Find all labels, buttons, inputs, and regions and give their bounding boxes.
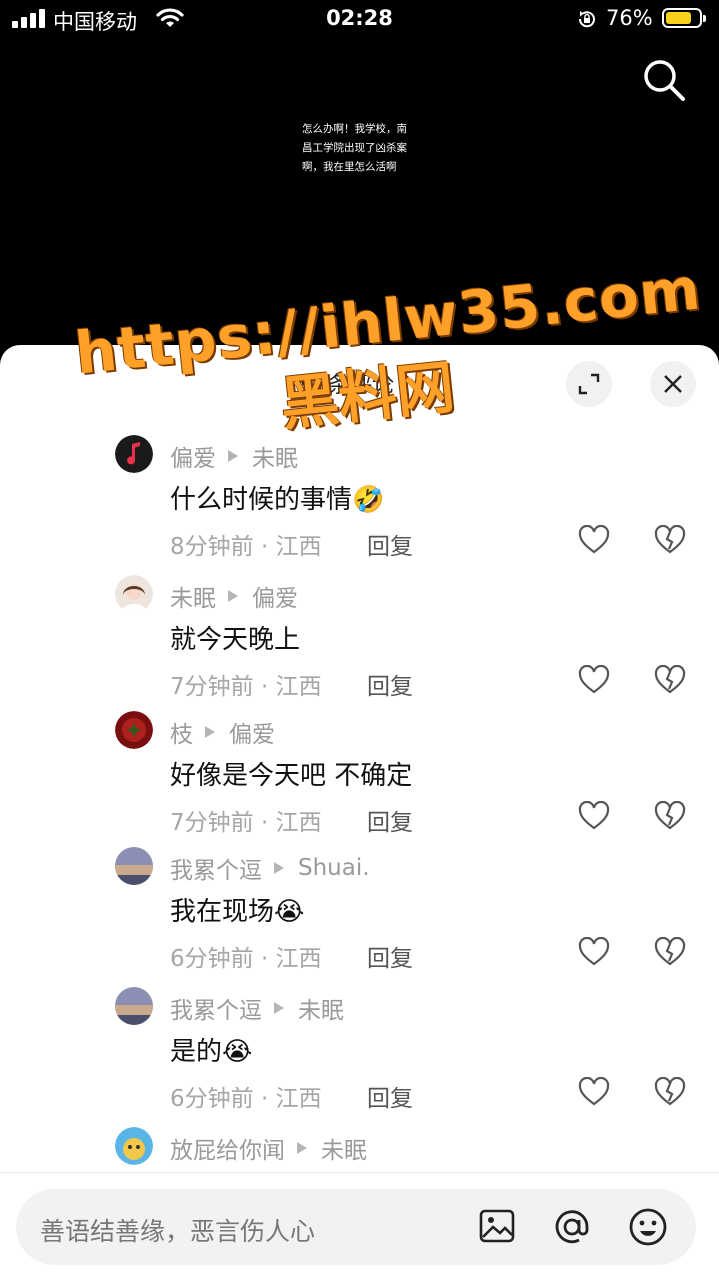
comment-usernames: 放屁给你闻 未眠 — [170, 1131, 367, 1165]
status-bar: 中国移动 02:28 76% — [0, 0, 719, 40]
emoji-icon[interactable] — [628, 1207, 668, 1247]
comment-author[interactable]: 未眠 — [170, 579, 216, 613]
comment-author[interactable]: 我累个逗 — [170, 991, 262, 1025]
like-heart-icon[interactable] — [578, 801, 610, 831]
like-heart-icon[interactable] — [578, 665, 610, 695]
avatar[interactable] — [115, 987, 153, 1025]
comment-author[interactable]: 我累个逗 — [170, 851, 262, 885]
dislike-broken-heart-icon[interactable] — [654, 801, 686, 831]
battery-icon — [662, 8, 706, 28]
reply-button[interactable]: 回复 — [367, 803, 413, 837]
dislike-broken-heart-icon[interactable] — [654, 525, 686, 555]
comment-meta: 7分钟前 · 江西 — [170, 810, 322, 836]
at-mention-icon[interactable] — [552, 1207, 592, 1247]
dislike-broken-heart-icon[interactable] — [654, 1077, 686, 1107]
dislike-broken-heart-icon[interactable] — [654, 937, 686, 967]
reply-target[interactable]: 偏爱 — [252, 579, 298, 613]
battery-percent: 76% — [606, 6, 653, 30]
reply-arrow-icon — [228, 590, 238, 602]
comment-usernames: 未眠 偏爱 — [170, 579, 298, 613]
reply-arrow-icon — [228, 450, 238, 462]
avatar[interactable] — [115, 435, 153, 473]
reply-target[interactable]: 未眠 — [298, 991, 344, 1025]
close-button[interactable] — [650, 361, 696, 407]
comment-meta: 6分钟前 · 江西 — [170, 946, 322, 972]
reply-button[interactable]: 回复 — [367, 1079, 413, 1113]
like-heart-icon[interactable] — [578, 525, 610, 555]
reply-arrow-icon — [205, 726, 215, 738]
dislike-broken-heart-icon[interactable] — [654, 665, 686, 695]
comment-sheet: 98条评论 偏爱 未眠 什么时候的事情🤣 8分钟前 · 江西 回复 未眠 偏爱 … — [0, 345, 719, 1280]
comment-meta: 8分钟前 · 江西 — [170, 534, 322, 560]
like-heart-icon[interactable] — [578, 937, 610, 967]
comment-author[interactable]: 枝 — [170, 715, 193, 749]
reply-button[interactable]: 回复 — [367, 939, 413, 973]
avatar[interactable] — [115, 711, 153, 749]
reply-button[interactable]: 回复 — [367, 667, 413, 701]
comment-text: 我在现场😭 — [170, 897, 305, 927]
comment-input-placeholder[interactable]: 善语结善缘，恶言伤人心 — [40, 1212, 315, 1248]
search-icon[interactable] — [640, 56, 688, 104]
image-icon[interactable] — [478, 1207, 516, 1245]
comment-input-bar: 善语结善缘，恶言伤人心 — [0, 1172, 719, 1281]
comment-meta: 7分钟前 · 江西 — [170, 674, 322, 700]
comment-usernames: 枝 偏爱 — [170, 715, 275, 749]
comment-usernames: 偏爱 未眠 — [170, 439, 298, 473]
reply-arrow-icon — [297, 1142, 307, 1154]
reply-target[interactable]: 偏爱 — [229, 715, 275, 749]
comment-usernames: 我累个逗 Shuai. — [170, 851, 370, 885]
reply-target[interactable]: 未眠 — [252, 439, 298, 473]
avatar[interactable] — [115, 575, 153, 613]
comment-author[interactable]: 放屁给你闻 — [170, 1131, 285, 1165]
video-caption: 怎么办啊！我学校，南昌工学院出现了凶杀案啊，我在里怎么活啊 — [302, 123, 407, 173]
reply-button[interactable]: 回复 — [367, 527, 413, 561]
comment-text: 什么时候的事情🤣 — [170, 485, 385, 515]
reply-arrow-icon — [274, 862, 284, 874]
expand-button[interactable] — [566, 361, 612, 407]
avatar[interactable] — [115, 1127, 153, 1165]
rotation-lock-icon — [578, 11, 595, 28]
comment-meta: 6分钟前 · 江西 — [170, 1086, 322, 1112]
close-icon — [664, 375, 682, 393]
reply-target[interactable]: 未眠 — [321, 1131, 367, 1165]
reply-target[interactable]: Shuai. — [298, 855, 370, 881]
comment-input[interactable]: 善语结善缘，恶言伤人心 — [16, 1189, 696, 1265]
expand-icon — [578, 373, 600, 395]
comment-text: 好像是今天吧 不确定 — [170, 761, 413, 791]
reply-arrow-icon — [274, 1002, 284, 1014]
avatar[interactable] — [115, 847, 153, 885]
comment-text: 就今天晚上 — [170, 625, 301, 655]
comment-author[interactable]: 偏爱 — [170, 439, 216, 473]
like-heart-icon[interactable] — [578, 1077, 610, 1107]
comment-text: 是的😭 — [170, 1037, 253, 1067]
comment-usernames: 我累个逗 未眠 — [170, 991, 344, 1025]
